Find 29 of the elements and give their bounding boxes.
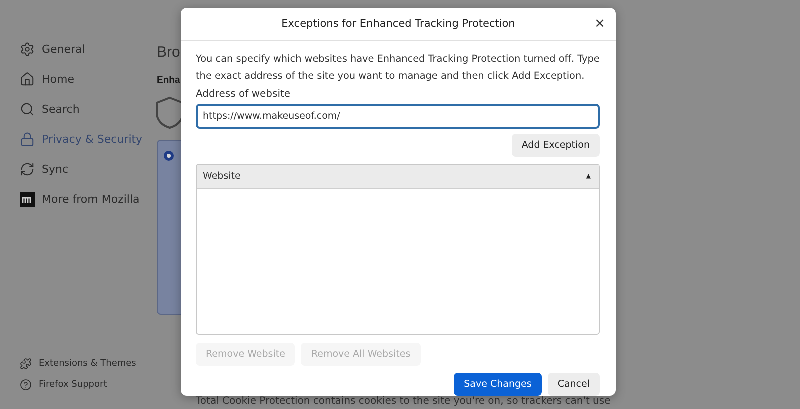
- close-button[interactable]: ×: [592, 15, 608, 32]
- description-text: You can specify which websites have Enhanced Tracking Protection turned off. Type the exact address of the site you want to manage and then click Add Exception.: [196, 53, 600, 84]
- sidebar-link[interactable]: Firefox Support: [20, 379, 155, 391]
- sidebar-item[interactable]: Home: [20, 70, 155, 89]
- sync-icon: [20, 162, 35, 177]
- sidebar-item[interactable]: General: [20, 40, 155, 59]
- help-icon: [20, 379, 32, 391]
- gear-icon: [20, 42, 35, 57]
- dialog-title: Exceptions for Enhanced Tracking Protection: [282, 18, 516, 30]
- lock-icon: [20, 132, 35, 147]
- save-button[interactable]: Save Changes: [454, 373, 542, 396]
- sidebar-item[interactable]: More from Mozilla: [20, 190, 155, 209]
- search-icon: [20, 102, 35, 117]
- puzzle-icon: [20, 358, 32, 370]
- page-heading: Bro: [157, 44, 180, 61]
- radio-button[interactable]: [164, 151, 174, 161]
- cancel-button[interactable]: Cancel: [548, 373, 600, 396]
- section-heading: Enha: [157, 75, 180, 86]
- mozilla-m-icon: [20, 192, 35, 207]
- column-title: Website: [203, 171, 241, 182]
- add-exception-button[interactable]: Add Exception: [512, 134, 600, 157]
- sidebar-item[interactable]: Sync: [20, 160, 155, 179]
- sidebar-item[interactable]: Privacy & Security: [20, 130, 155, 149]
- home-icon: [20, 72, 35, 87]
- field-label: Address of website: [196, 89, 292, 100]
- address-field[interactable]: https://www.makeuseof.com/: [196, 104, 600, 129]
- sidebar-item[interactable]: Search: [20, 100, 155, 119]
- sidebar-link[interactable]: Extensions & Themes: [20, 358, 155, 370]
- description-text: Total Cookie Protection contains cookies to the site you're on, so trackers can't use: [196, 396, 611, 407]
